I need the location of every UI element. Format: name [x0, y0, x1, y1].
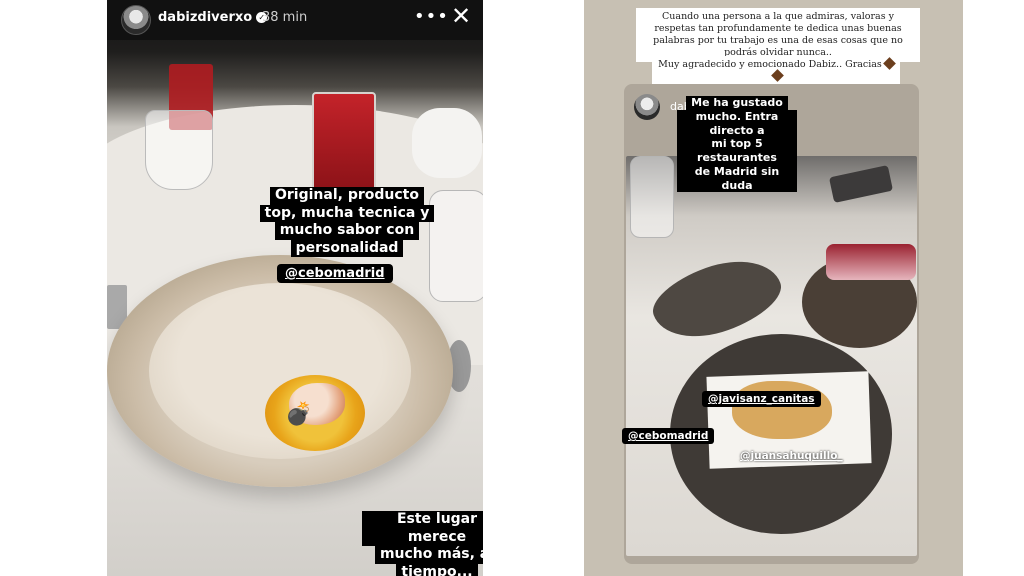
left-story: dabizdiverxo ✓ 38 min ••• ✕ Original, pro… — [107, 0, 483, 576]
username[interactable]: dabizdiverxo✓ — [158, 10, 268, 25]
close-icon[interactable]: ✕ — [451, 2, 471, 30]
repost-caption: Me ha gustado mucho. Entra directo a mi … — [677, 96, 797, 193]
pig-shaped-pastry — [732, 381, 832, 439]
mention-cebomadrid[interactable]: @cebomadrid — [277, 264, 393, 283]
water-glass — [630, 156, 674, 238]
caption-line: Me ha gustado — [686, 96, 788, 110]
caption-line: mucho sabor con — [274, 222, 420, 240]
caption-line: de Madrid sin duda — [677, 164, 797, 193]
caption-line: personalidad — [290, 239, 404, 257]
caption-top: Original, producto top, mucha tecnica y … — [252, 187, 442, 257]
quote-text: Cuando una persona a la que admiras, val… — [636, 8, 920, 62]
story-header: dabizdiverxo ✓ 38 min ••• ✕ — [107, 0, 483, 40]
caption-line: mucho. Entra directo a — [677, 109, 797, 138]
brown-heart-icon — [771, 69, 784, 82]
post-time: 38 min — [262, 10, 308, 25]
caption-line: mi top 5 restaurantes — [677, 137, 797, 165]
bowl-inner — [149, 283, 411, 459]
right-story: Cuando una persona a la que admiras, val… — [584, 0, 963, 576]
brown-heart-icon — [882, 57, 896, 70]
phone — [828, 165, 894, 203]
caption-line: top, mucha tecnica y — [259, 204, 435, 222]
caption-line: Original, producto — [270, 187, 424, 205]
bomb-icon: 💣 — [285, 402, 313, 427]
caption-bottom: Este lugar merece mucho más, al tiempo..… — [362, 511, 483, 576]
avatar[interactable] — [121, 5, 151, 35]
mention-javisanz-canitas[interactable]: @javisanz_canitas — [702, 391, 821, 407]
water-glass — [145, 110, 213, 190]
dish-bowl — [107, 255, 453, 487]
more-options-icon[interactable]: ••• — [414, 6, 449, 27]
mention-cebomadrid[interactable]: @cebomadrid — [622, 428, 715, 444]
mention-juansahuquillo[interactable]: @juansahuquillo_ — [734, 448, 849, 464]
thanks-label: Muy agradecido y emocionado Dabiz.. Grac… — [658, 59, 882, 70]
thanks-text: Muy agradecido y emocionado Dabiz.. Grac… — [652, 56, 900, 84]
napkin — [412, 108, 482, 178]
caption-line: Este lugar merece — [362, 511, 483, 546]
caption-line: tiempo... — [396, 563, 478, 576]
food-photo — [626, 156, 917, 556]
ham-slice — [826, 244, 916, 280]
caption-line: mucho más, al — [374, 546, 483, 564]
avatar[interactable] — [634, 94, 660, 120]
username-text: dabizdiverxo — [158, 10, 253, 25]
